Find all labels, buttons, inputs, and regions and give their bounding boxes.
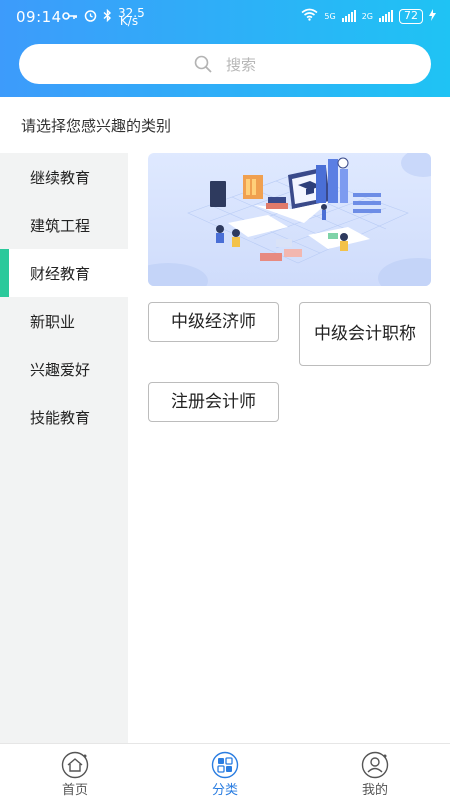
wifi-icon	[301, 8, 318, 24]
battery-icon: 72	[399, 8, 423, 24]
nav-label: 我的	[361, 783, 388, 798]
sidebar-item-label: 技能教育	[30, 408, 91, 427]
category-icon	[211, 751, 239, 779]
sidebar-item-label: 建筑工程	[30, 216, 91, 235]
education-illustration	[148, 153, 431, 286]
nav-label: 首页	[61, 783, 88, 798]
subcategory-label: 中级会计职称	[314, 324, 416, 344]
home-icon	[61, 751, 89, 779]
nav-category[interactable]: 分类	[185, 744, 265, 800]
subcategory-intermediate-accountant[interactable]: 中级会计职称	[299, 302, 431, 366]
subcategory-label: 中级经济师	[171, 312, 256, 332]
nav-label: 分类	[211, 783, 238, 798]
sidebar-item-label: 继续教育	[30, 168, 91, 187]
subcategory-intermediate-economist[interactable]: 中级经济师	[148, 302, 279, 342]
bluetooth-icon	[103, 8, 112, 25]
key-icon	[62, 10, 78, 24]
sidebar-item-hobbies[interactable]: 兴趣爱好	[0, 345, 128, 393]
header: 09:14 32.5 K/s 5G 2G 72 搜索	[0, 0, 450, 97]
sim2-label: 2G	[361, 11, 373, 21]
status-left-icons: 32.5 K/s	[62, 6, 145, 28]
battery-level: 72	[404, 9, 418, 22]
signal-icon	[379, 10, 393, 22]
sidebar-item-construction[interactable]: 建筑工程	[0, 201, 128, 249]
category-prompt: 请选择您感兴趣的类别	[21, 117, 172, 135]
signal-icon	[341, 10, 356, 22]
search-icon	[194, 55, 212, 73]
sim1-label: 5G	[324, 11, 336, 21]
sidebar-item-continuing-education[interactable]: 继续教育	[0, 153, 128, 201]
search-placeholder: 搜索	[225, 55, 256, 74]
search-input[interactable]: 搜索	[19, 44, 431, 84]
sidebar-item-new-careers[interactable]: 新职业	[0, 297, 128, 345]
sidebar-item-label: 财经教育	[30, 264, 91, 283]
status-bar: 09:14 32.5 K/s 5G 2G 72	[0, 0, 450, 34]
category-banner[interactable]	[148, 153, 431, 286]
alarm-icon	[84, 9, 97, 25]
sidebar-item-label: 新职业	[30, 312, 76, 331]
bottom-nav: 首页 分类 我的	[0, 743, 450, 800]
subcategory-cpa[interactable]: 注册会计师	[148, 382, 279, 422]
profile-icon	[361, 751, 389, 779]
category-sidebar: 继续教育 建筑工程 财经教育 新职业 兴趣爱好 技能教育	[0, 153, 128, 743]
nav-profile[interactable]: 我的	[335, 744, 415, 800]
nav-home[interactable]: 首页	[35, 744, 115, 800]
sidebar-item-finance[interactable]: 财经教育	[0, 249, 128, 297]
charging-icon	[429, 8, 436, 24]
status-time: 09:14	[16, 8, 62, 26]
subcategory-label: 注册会计师	[171, 392, 256, 412]
sidebar-item-label: 兴趣爱好	[30, 360, 91, 379]
sidebar-item-skills[interactable]: 技能教育	[0, 393, 128, 441]
status-right: 5G 2G 72	[301, 8, 436, 24]
net-speed: 32.5 K/s	[118, 6, 145, 28]
